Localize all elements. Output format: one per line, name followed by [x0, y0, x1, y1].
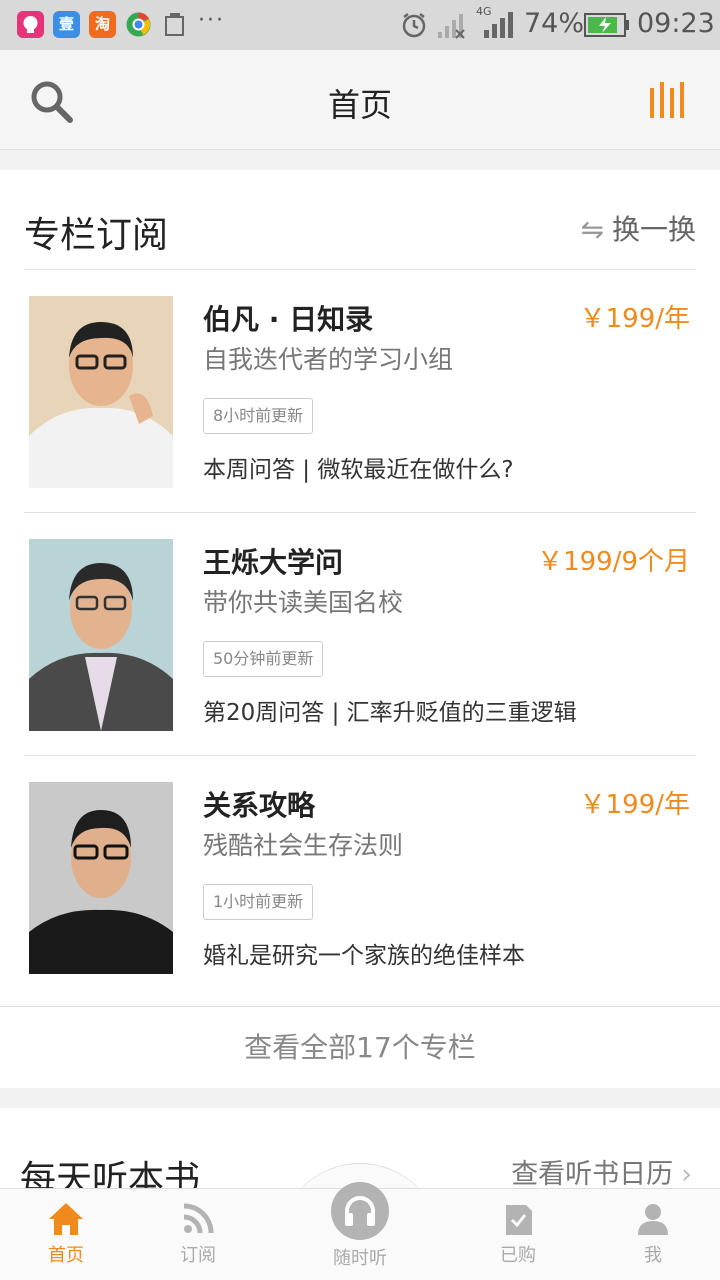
tab-subscribe[interactable]: 订阅 — [148, 1189, 248, 1280]
update-badge: 8小时前更新 — [203, 398, 314, 434]
column-price: ￥199/9个月 — [537, 547, 690, 577]
signal-weak-icon — [438, 14, 465, 39]
tab-subscribe-label: 订阅 — [180, 1245, 216, 1266]
latest-article: 第20周问答 | 汇率升贬值的三重逻辑 — [203, 700, 577, 726]
audio-playing-icon[interactable] — [648, 80, 690, 120]
app-icon-chrome — [125, 11, 152, 38]
tab-purchased-label: 已购 — [500, 1245, 536, 1266]
top-bar: 首页 — [0, 50, 720, 150]
page-title: 首页 — [327, 86, 392, 124]
column-name: 关系攻略 — [203, 789, 316, 822]
tab-listen-label: 随时听 — [333, 1248, 387, 1269]
swap-icon: ⇋ — [580, 213, 604, 246]
column-item[interactable]: 伯凡 · 日知录 ￥199/年 自我迭代者的学习小组 8小时前更新 本周问答 |… — [0, 270, 720, 513]
more-notifications-icon: ··· — [198, 8, 225, 33]
signal-strong-icon — [484, 12, 513, 38]
headphones-icon — [331, 1182, 389, 1240]
refresh-label: 换一换 — [611, 213, 696, 246]
battery-percent: 74% — [524, 8, 585, 39]
tab-me-label: 我 — [644, 1245, 662, 1266]
author-photo — [29, 782, 173, 974]
purchased-bag-icon — [506, 1205, 532, 1235]
tab-home[interactable]: 首页 — [16, 1189, 116, 1280]
update-badge: 50分钟前更新 — [203, 641, 324, 677]
column-subtitle: 带你共读美国名校 — [203, 588, 404, 617]
sim-icon — [161, 11, 188, 38]
refresh-button[interactable]: ⇋ 换一换 — [581, 208, 696, 248]
clock: 09:23 — [637, 8, 715, 39]
column-price: ￥199/年 — [579, 790, 690, 820]
user-icon — [638, 1204, 668, 1235]
status-bar: 壹 淘 ··· 4G 74% 09:23 — [0, 0, 720, 50]
column-name: 王烁大学问 — [203, 546, 344, 579]
home-icon — [49, 1203, 83, 1235]
column-subtitle: 自我迭代者的学习小组 — [203, 345, 454, 374]
column-subscription-section: 专栏订阅 ⇋ 换一换 伯凡 · 日知录 ￥199/年 自我迭代者的学习小组 8小时… — [0, 170, 720, 1088]
tab-purchased[interactable]: 已购 — [468, 1189, 568, 1280]
column-item[interactable]: 关系攻略 ￥199/年 残酷社会生存法则 1小时前更新 婚礼是研究一个家族的绝佳… — [0, 756, 720, 999]
column-item[interactable]: 王烁大学问 ￥199/9个月 带你共读美国名校 50分钟前更新 第20周问答 |… — [0, 513, 720, 756]
update-badge: 1小时前更新 — [203, 884, 314, 920]
tab-me[interactable]: 我 — [603, 1189, 703, 1280]
column-subtitle: 残酷社会生存法则 — [203, 831, 404, 860]
alarm-icon — [402, 13, 426, 38]
section-title: 专栏订阅 — [24, 215, 169, 256]
author-photo — [29, 539, 173, 731]
view-all-columns-button[interactable]: 查看全部17个专栏 — [0, 1006, 720, 1088]
rss-icon — [183, 1203, 214, 1234]
battery-charging-icon — [584, 13, 629, 37]
column-name: 伯凡 · 日知录 — [203, 303, 374, 336]
chevron-right-icon: › — [681, 1159, 692, 1190]
book-calendar-label: 查看听书日历 — [511, 1159, 674, 1190]
tab-listen[interactable]: 随时听 — [310, 1182, 410, 1280]
tab-home-label: 首页 — [48, 1245, 84, 1266]
latest-article: 本周问答 | 微软最近在做什么? — [203, 457, 514, 483]
app-icon-taobao: 淘 — [89, 11, 116, 38]
app-icon-one: 壹 — [53, 11, 80, 38]
author-photo — [29, 296, 173, 488]
app-icon-pink — [17, 11, 44, 38]
column-price: ￥199/年 — [579, 304, 690, 334]
latest-article: 婚礼是研究一个家族的绝佳样本 — [203, 943, 525, 969]
book-calendar-link[interactable]: 查看听书日历 › — [511, 1152, 692, 1191]
